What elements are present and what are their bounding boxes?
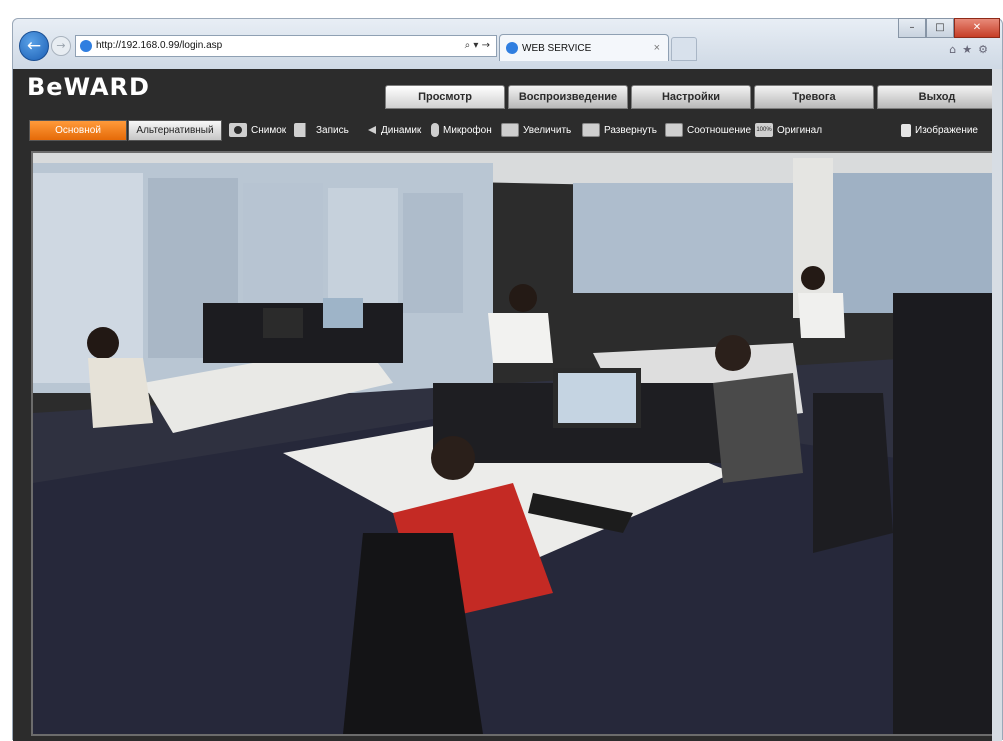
ratio-label: Соотношение — [687, 124, 752, 136]
back-arrow-icon[interactable]: ← — [19, 31, 49, 61]
browser-titlebar: ← → http://192.168.0.99/login.asp ⌕ ▾ → … — [13, 18, 1002, 69]
minimize-icon[interactable]: – — [898, 18, 926, 38]
original-button[interactable]: 100% Оригинал — [755, 121, 822, 139]
snapshot-label: Снимок — [251, 124, 287, 136]
expand-button[interactable]: Развернуть — [582, 121, 657, 139]
tab-title: WEB SERVICE — [522, 43, 592, 54]
live-video-feed[interactable] — [31, 151, 997, 736]
browser-window: ← → http://192.168.0.99/login.asp ⌕ ▾ → … — [12, 18, 1003, 741]
address-url[interactable]: http://192.168.0.99/login.asp — [96, 36, 222, 56]
address-controls[interactable]: ⌕ ▾ → — [465, 36, 490, 56]
speaker-label: Динамик — [381, 124, 422, 136]
main-nav-tabs: Просмотр Воспроизведение Настройки Трево… — [385, 85, 997, 109]
new-tab-button[interactable] — [671, 37, 697, 61]
expand-label: Развернуть — [604, 124, 658, 136]
office-camera-feed-icon — [33, 153, 995, 734]
tab-favicon-icon — [506, 42, 518, 54]
record-label: Запись — [316, 124, 349, 136]
web-app: BeWARD Просмотр Воспроизведение Настройк… — [13, 69, 1002, 741]
close-icon[interactable]: ✕ — [954, 18, 1000, 38]
original-label: Оригинал — [777, 124, 823, 136]
tab-close-icon[interactable]: × — [654, 35, 660, 62]
browser-tab[interactable]: WEB SERVICE × — [499, 34, 669, 61]
star-icon[interactable]: ★ — [962, 43, 978, 56]
maximize-icon[interactable]: □ — [926, 18, 954, 38]
tab-alarm[interactable]: Тревога — [754, 85, 874, 109]
browser-toolbar-icons: ⌂★⚙ — [949, 43, 994, 56]
zoom-button[interactable]: Увеличить — [501, 121, 571, 139]
gear-icon[interactable]: ⚙ — [978, 43, 994, 56]
aspect-ratio-icon — [665, 123, 683, 137]
mic-label: Микрофон — [443, 124, 492, 136]
camera-icon — [229, 123, 247, 137]
address-bar[interactable]: http://192.168.0.99/login.asp ⌕ ▾ → — [75, 35, 497, 57]
fullscreen-icon — [582, 123, 600, 137]
original-size-icon: 100% — [755, 123, 773, 137]
tab-view[interactable]: Просмотр — [385, 85, 505, 109]
ratio-button[interactable]: Соотношение — [665, 121, 751, 139]
snapshot-button[interactable]: Снимок — [229, 121, 286, 139]
image-settings-button[interactable]: Изображение — [901, 121, 978, 139]
beward-logo: BeWARD — [27, 73, 150, 101]
home-icon[interactable]: ⌂ — [949, 43, 962, 56]
ie-favicon-icon — [80, 40, 92, 52]
video-camera-icon — [294, 123, 312, 137]
window-controls: – □ ✕ — [898, 18, 1000, 38]
page-scrollbar[interactable] — [992, 69, 1002, 741]
video-toolbar: Основной Альтернативный Снимок Запись Ди… — [13, 115, 1002, 143]
alt-stream-button[interactable]: Альтернативный — [128, 120, 222, 141]
microphone-icon — [431, 123, 439, 137]
mic-button[interactable]: Микрофон — [431, 121, 492, 139]
zoom-label: Увеличить — [523, 124, 572, 136]
speaker-button[interactable]: Динамик — [359, 121, 421, 139]
record-button[interactable]: Запись — [294, 121, 349, 139]
tab-playback[interactable]: Воспроизведение — [508, 85, 628, 109]
image-label: Изображение — [915, 124, 978, 136]
image-icon — [901, 123, 911, 137]
main-stream-button[interactable]: Основной — [29, 120, 127, 141]
speaker-icon — [359, 123, 377, 137]
tab-settings[interactable]: Настройки — [631, 85, 751, 109]
forward-arrow-icon[interactable]: → — [51, 36, 71, 56]
tab-exit[interactable]: Выход — [877, 85, 997, 109]
zoom-icon — [501, 123, 519, 137]
